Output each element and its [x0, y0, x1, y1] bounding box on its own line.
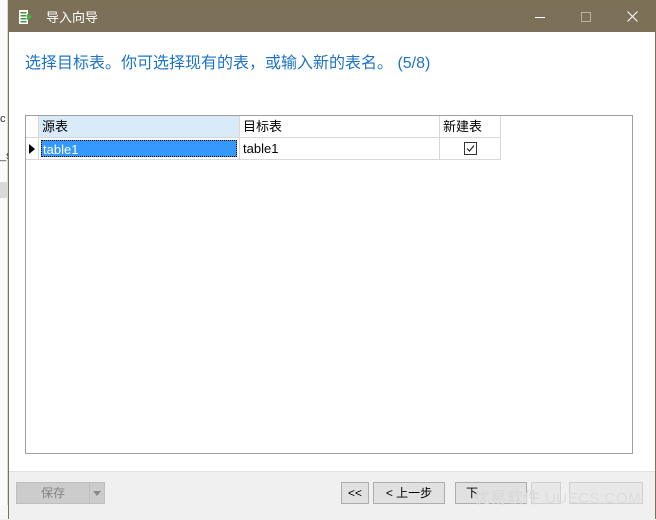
title-bar[interactable]: 导入向导 — [9, 1, 655, 32]
close-icon — [626, 11, 638, 22]
step-heading: 选择目标表。你可选择现有的表，或输入新的表名。 (5/8) — [25, 55, 431, 72]
minimize-button[interactable] — [517, 1, 563, 32]
app-icon — [18, 9, 34, 25]
watermark: 优易软件 UUECS.COM — [474, 484, 642, 507]
maximize-button — [563, 1, 609, 32]
first-step-button[interactable]: << — [341, 482, 369, 504]
column-header-target[interactable]: 目标表 — [240, 116, 440, 138]
column-header-new-table[interactable]: 新建表 — [440, 116, 501, 138]
column-header-source[interactable]: 源表 — [39, 116, 240, 138]
target-table-cell[interactable]: table1 — [240, 138, 440, 160]
minimize-icon — [535, 16, 545, 18]
close-button[interactable] — [609, 1, 655, 32]
row-marker[interactable] — [26, 138, 39, 160]
import-wizard-dialog: 导入向导 选择目标表。你可选择现有的表，或输入新的表名。 (5/8) 源表 目标… — [8, 0, 656, 520]
background-selection — [0, 182, 8, 198]
source-table-value: table1 — [41, 140, 237, 157]
new-table-cell[interactable] — [440, 138, 501, 160]
save-button: 保存 — [16, 482, 90, 504]
watermark-domain: UUECS.COM — [544, 490, 642, 507]
background-window-strip — [0, 0, 8, 519]
background-text-fragment: c — [0, 113, 6, 125]
previous-step-button[interactable]: < 上一步 — [373, 482, 445, 504]
window-title: 导入向导 — [46, 10, 99, 25]
save-dropdown-button — [89, 482, 105, 504]
row-header-corner — [26, 116, 39, 138]
checkmark-icon — [466, 145, 474, 152]
source-table-cell[interactable]: table1 — [39, 138, 240, 160]
chevron-down-icon — [93, 490, 101, 496]
new-table-checkbox[interactable] — [463, 142, 477, 155]
maximize-icon — [581, 11, 591, 22]
table-mapping-grid[interactable]: 源表 目标表 新建表 table1 table1 — [25, 115, 633, 454]
current-row-arrow-icon — [29, 143, 35, 154]
watermark-brand: 优易软件 — [474, 490, 541, 507]
